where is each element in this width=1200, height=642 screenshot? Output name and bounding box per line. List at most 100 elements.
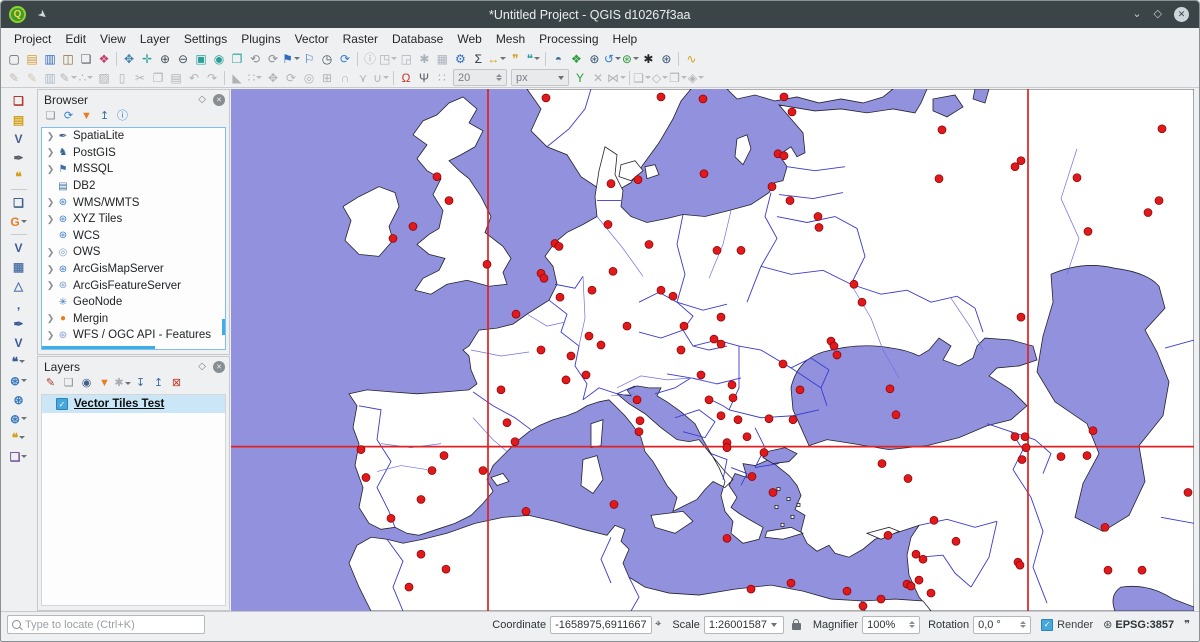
collapse-all-layers-button[interactable]: ↥ (150, 376, 167, 391)
expand-chevron-icon[interactable]: ❯ (45, 164, 56, 175)
open-layer-styling-button[interactable]: ✎ (42, 376, 59, 391)
maximize-button[interactable]: ◇ (1154, 9, 1162, 20)
add-selected-layers-button[interactable]: ❏ (42, 109, 59, 124)
expand-chevron-icon[interactable]: ❯ (45, 197, 56, 208)
zoom-to-selection-button[interactable]: ◉ (210, 50, 228, 67)
avoid-overlap-button[interactable]: ✕ (589, 69, 607, 86)
rotation-spin[interactable]: 0,0 ° (973, 616, 1031, 634)
rotate-feature-button[interactable]: ⟳ (282, 69, 300, 86)
paste-features-button[interactable]: ▤ (167, 69, 185, 86)
menu-mesh[interactable]: Mesh (489, 30, 532, 48)
debugging-tools-button[interactable]: ✱ (639, 50, 657, 67)
new-print-layout-button[interactable]: ❏ (77, 50, 95, 67)
messages-icon[interactable]: ❞ (1184, 618, 1190, 631)
scale-combo[interactable]: 1:26001587 (704, 616, 784, 634)
coordinate-input[interactable]: -1658975,6911667 (550, 616, 652, 634)
current-edits-button[interactable]: ✎ (5, 69, 23, 86)
menu-view[interactable]: View (93, 30, 133, 48)
menu-help[interactable]: Help (606, 30, 645, 48)
layers-close-button[interactable]: ✕ (213, 361, 225, 373)
new-spatialite-layer-button[interactable]: ✒ (10, 149, 28, 166)
delete-selected-button[interactable]: ▯ (113, 69, 131, 86)
select-by-expression-button[interactable]: ✱ (415, 50, 433, 67)
metasearch-button[interactable]: ⊛ (585, 50, 603, 67)
style-manager-button[interactable]: ❖ (95, 50, 113, 67)
measure-button[interactable]: ↔ (487, 50, 506, 67)
show-spatial-bookmarks-button[interactable]: ⚐ (300, 50, 318, 67)
horizontal-scrollbar[interactable] (42, 346, 155, 349)
pan-to-selection-button[interactable]: ✛ (138, 50, 156, 67)
locator-input[interactable]: Type to locate (Ctrl+K) (7, 615, 205, 634)
modify-attributes-button[interactable]: ▨ (95, 69, 113, 86)
crs-value[interactable]: EPSG:3857 (1115, 619, 1174, 631)
select-features-button[interactable]: ◳ (379, 50, 397, 67)
minimize-button[interactable]: ⌄ (1132, 9, 1141, 20)
snap-on-intersection-button[interactable]: Ψ (415, 69, 433, 86)
save-project-button[interactable]: ▥ (41, 50, 59, 67)
digitize-with-curve-button[interactable]: ❏ (633, 69, 651, 86)
new-spatial-bookmark-button[interactable]: ⚑ (282, 50, 300, 67)
lock-scale-icon[interactable] (792, 623, 801, 630)
data-source-manager-button[interactable]: ❏ (10, 92, 28, 109)
add-point-cloud-layer-button[interactable]: ❏ (10, 448, 28, 465)
open-attribute-table-button[interactable]: ▦ (433, 50, 451, 67)
expand-chevron-icon[interactable]: ❯ (45, 247, 56, 258)
snapping-tolerance-spin[interactable]: 20 (453, 69, 507, 86)
expand-chevron-icon[interactable]: ❯ (45, 214, 56, 225)
vertex-tool-button[interactable]: ∴ (77, 69, 95, 86)
processing-history-button[interactable]: ↺ (603, 50, 621, 67)
properties-widget-button[interactable]: ⓘ (114, 109, 131, 124)
expand-chevron-icon[interactable]: ❯ (45, 280, 56, 291)
pan-map-button[interactable]: ✥ (120, 50, 138, 67)
menu-raster[interactable]: Raster (336, 30, 385, 48)
advanced-digitizing-button[interactable]: ◣ (228, 69, 246, 86)
menu-web[interactable]: Web (450, 30, 488, 48)
redo-button[interactable]: ↷ (203, 69, 221, 86)
zoom-to-layer-button[interactable]: ❐ (228, 50, 246, 67)
filter-legend-button[interactable]: ▼ (96, 376, 113, 391)
copy-features-button[interactable]: ❐ (149, 69, 167, 86)
add-wms-layer-button[interactable]: ⊛ (10, 372, 28, 389)
add-delimited-text-layer-button[interactable]: , (10, 296, 28, 313)
python-console-button[interactable]: ◓ (549, 50, 567, 67)
close-button[interactable]: ✕ (1174, 7, 1189, 22)
manage-map-themes-button[interactable]: ◉ (78, 376, 95, 391)
add-virtual-layer-button[interactable]: V (10, 334, 28, 351)
add-group-button[interactable]: ❏ (60, 376, 77, 391)
browser-float-button[interactable]: ◇ (198, 94, 206, 105)
new-geopackage-button[interactable]: G (10, 213, 28, 230)
zoom-last-button[interactable]: ⟲ (246, 50, 264, 67)
menu-project[interactable]: Project (7, 30, 58, 48)
collapse-all-button[interactable]: ↥ (96, 109, 113, 124)
menu-plugins[interactable]: Plugins (234, 30, 287, 48)
browser-item-geonode[interactable]: ✳GeoNode (42, 294, 225, 311)
magnifier-spin[interactable]: 100% (862, 616, 920, 634)
menu-vector[interactable]: Vector (288, 30, 336, 48)
layers-float-button[interactable]: ◇ (198, 361, 206, 372)
browser-item-arcgismapserver[interactable]: ❯⊛ArcGisMapServer (42, 261, 225, 278)
menu-edit[interactable]: Edit (58, 30, 93, 48)
browser-item-mssql[interactable]: ❯⚑MSSQL (42, 161, 225, 178)
browser-item-wms-wmts[interactable]: ❯⊛WMS/WMTS (42, 194, 225, 211)
menu-layer[interactable]: Layer (133, 30, 177, 48)
expand-chevron-icon[interactable]: ❯ (45, 131, 56, 142)
add-postgis-layer-button[interactable]: ❝ (10, 353, 28, 370)
zoom-full-button[interactable]: ▣ (192, 50, 210, 67)
browser-item-postgis[interactable]: ❯♞PostGIS (42, 145, 225, 162)
browser-item-spatialite[interactable]: ❯✒SpatiaLite (42, 128, 225, 145)
add-part-button[interactable]: ⊞ (318, 69, 336, 86)
deselect-features-button[interactable]: ◲ (397, 50, 415, 67)
toggle-editing-button[interactable]: ✎ (23, 69, 41, 86)
rotate-copy-features-button[interactable]: ◈ (687, 69, 705, 86)
processing-toolbox-button[interactable]: ⚙ (451, 50, 469, 67)
add-mesh-layer-button[interactable]: △ (10, 277, 28, 294)
remove-layer-button[interactable]: ⊠ (168, 376, 185, 391)
map-tips-button[interactable]: ❞ (506, 50, 524, 67)
mesh-calculator-button[interactable]: ∿ (682, 50, 700, 67)
vertical-scrollbar[interactable] (222, 319, 225, 335)
browser-item-arcgisfeatureserver[interactable]: ❯⊛ArcGisFeatureServer (42, 277, 225, 294)
enable-tracing-button[interactable]: Y (571, 69, 589, 86)
new-annotation-button[interactable]: ❝ (524, 50, 542, 67)
stream-digitizing-button[interactable]: ◇ (651, 69, 669, 86)
filter-by-expression-button[interactable]: ✱ (114, 376, 131, 391)
